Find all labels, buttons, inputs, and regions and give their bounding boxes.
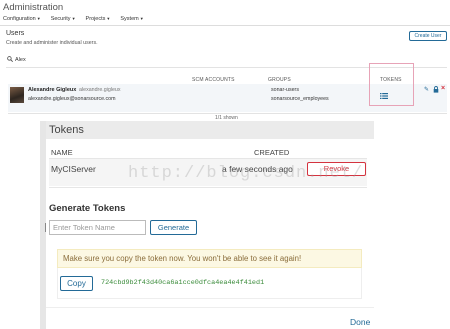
watermark: http://blog.csdn.net/ [128,164,364,183]
generate-button[interactable]: Generate [150,220,197,235]
search-input[interactable]: Alex [15,57,26,63]
create-user-button[interactable]: Create User [409,31,447,41]
caret-down-icon: ▼ [139,16,144,21]
user-login: alexandre.gigleux [79,87,121,93]
column-header-scm: SCM ACCOUNTS [192,77,235,83]
avatar [10,87,24,103]
text-cursor-marker [45,223,46,232]
column-header-created: CREATED [254,148,290,157]
app-title: Administration [3,2,64,13]
pencil-icon[interactable]: ✎ [424,86,429,93]
group-item: sonar-users [271,87,299,93]
close-icon[interactable]: × [441,85,445,92]
nav-item-label: Security [50,16,71,22]
copy-button[interactable]: Copy [60,276,93,291]
nav-item-label: System [120,16,139,22]
user-name: Alexandre Gigleux [28,87,77,93]
column-header-groups: GROUPS [268,77,291,83]
token-name: MyCIServer [51,164,96,174]
modal-header: Tokens [46,121,374,139]
nav-item-configuration[interactable]: Configuration▼ [3,16,41,22]
main-nav: Configuration▼ Security▼ Projects▼ Syste… [3,16,144,22]
column-header-name: NAME [51,148,73,157]
warning-text: Make sure you copy the token now. You wo… [63,254,302,263]
user-email: alexandre.gigleux@sonarsource.com [28,96,116,102]
tokens-modal: Tokens NAME CREATED MyCIServer a few sec… [45,121,374,329]
nav-item-projects[interactable]: Projects▼ [86,16,111,22]
navbar-divider [0,25,450,26]
divider [49,187,367,188]
divider [8,113,447,114]
done-link[interactable]: Done [350,317,370,327]
nav-item-security[interactable]: Security▼ [51,16,76,22]
nav-item-label: Configuration [3,16,36,22]
token-value[interactable]: 724cbd9b2f43d40ca6a1cce0dfca4ea4e4f41ed1 [101,279,264,287]
warning-alert: Make sure you copy the token now. You wo… [57,249,362,268]
nav-item-label: Projects [85,16,106,22]
tokens-highlight-box [369,63,414,106]
nav-item-system[interactable]: System▼ [120,16,143,22]
divider [46,307,374,308]
caret-down-icon: ▼ [106,16,111,21]
generate-tokens-title: Generate Tokens [49,203,126,214]
modal-title: Tokens [49,124,84,136]
page-description: Create and administer individual users. [6,40,98,46]
group-item: sonarsource_employees [271,96,329,102]
lock-icon[interactable] [433,86,439,95]
caret-down-icon: ▼ [71,16,76,21]
search-icon [7,56,14,64]
caret-down-icon: ▼ [36,16,41,21]
token-name-input[interactable] [49,220,146,235]
page-title: Users [6,30,25,37]
